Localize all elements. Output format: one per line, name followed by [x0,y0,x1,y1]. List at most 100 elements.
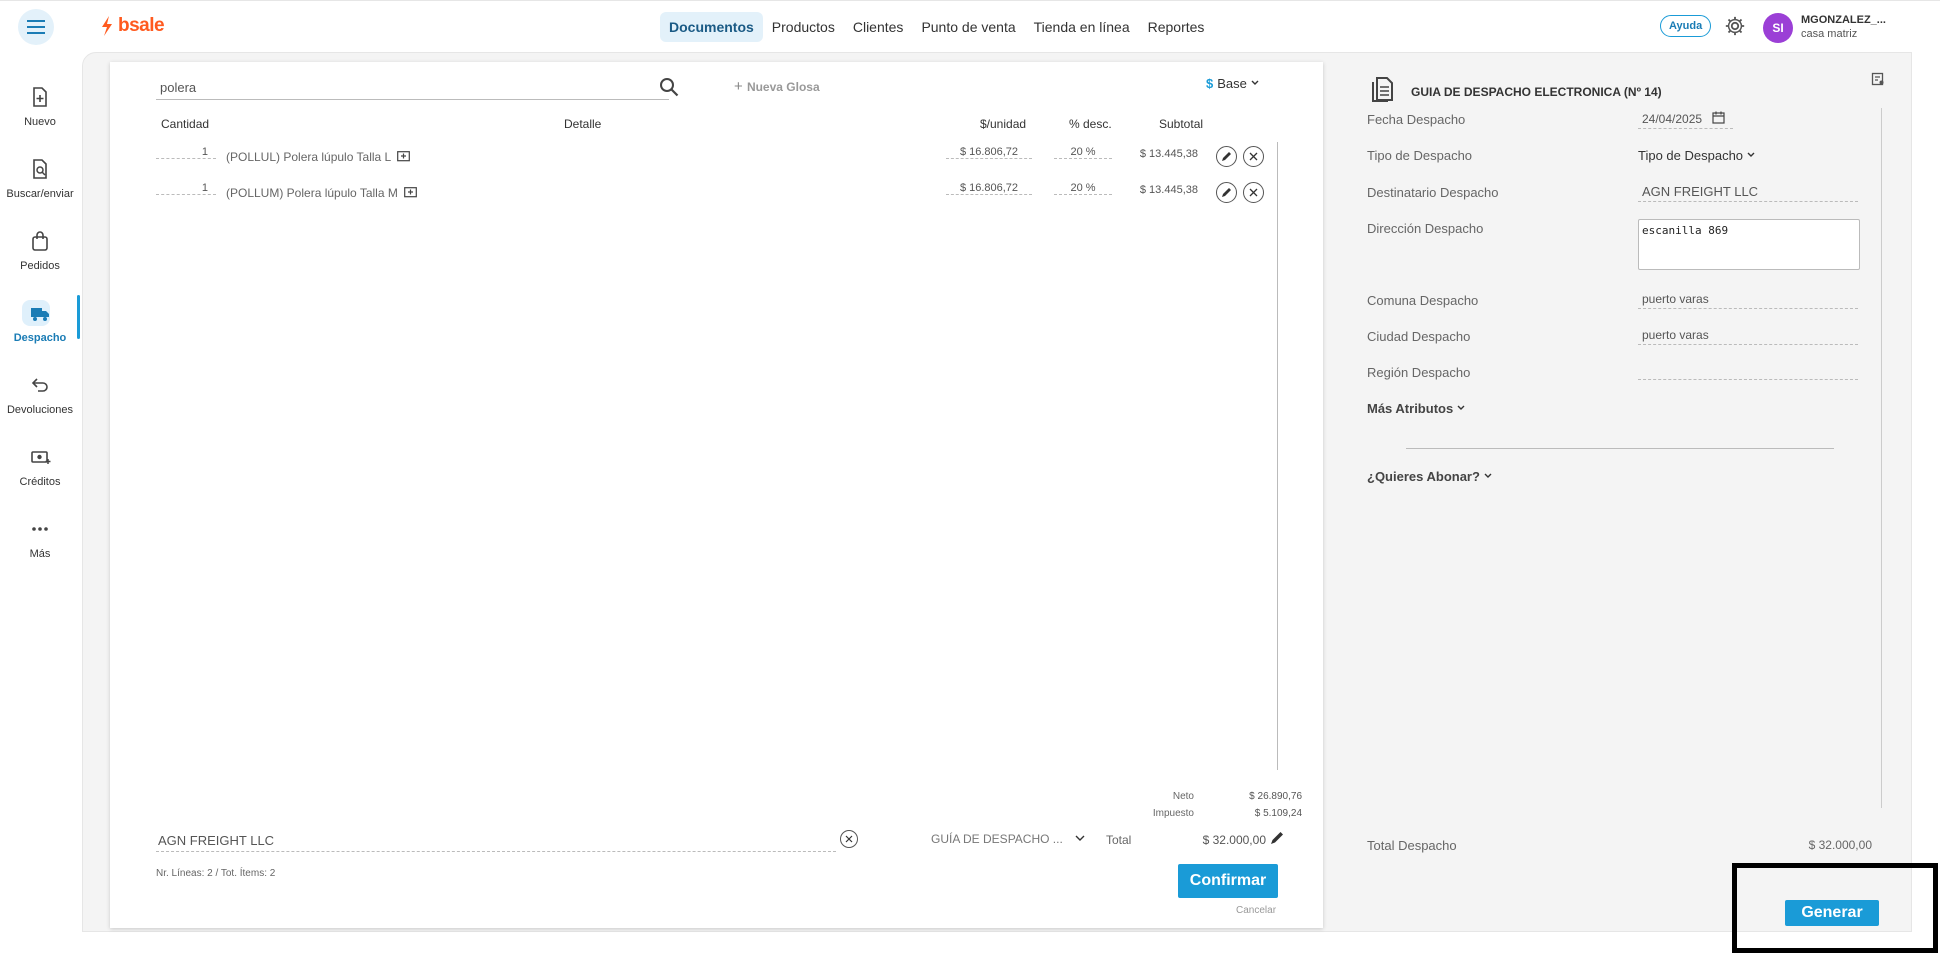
sidebar-item-nuevo[interactable]: Nuevo [0,78,80,138]
edit-item-button[interactable] [1216,182,1237,203]
clear-client-button[interactable] [840,830,858,848]
tipo-despacho-label: Tipo de Despacho [1367,148,1473,163]
qty-input[interactable]: 1 [156,182,216,195]
calendar-icon[interactable] [1712,111,1725,124]
money-icon [31,451,51,464]
sidebar-label: Pedidos [20,260,60,272]
close-icon [1249,188,1258,197]
nav-punto-de-venta[interactable]: Punto de venta [912,12,1024,42]
col-header-subtotal: Subtotal [1159,117,1204,131]
new-glosa-button[interactable]: + Nueva Glosa [734,78,820,95]
comuna-label: Comuna Despacho [1367,293,1479,308]
price-list-select[interactable]: $ Base [1206,76,1260,91]
product-search-input[interactable]: polera [156,76,669,100]
neto-label: Neto [1172,791,1194,802]
sidebar-item-devoluciones[interactable]: Devoluciones [0,366,80,426]
file-plus-icon [33,87,47,107]
col-header-detail: Detalle [564,117,602,131]
direccion-label: Dirección Despacho [1367,221,1484,236]
price-list-value: Base [1217,76,1247,91]
item-detail-text: (POLLUM) Polera lúpulo Talla M [226,186,398,200]
direccion-textarea[interactable]: escanilla 869 [1638,219,1860,270]
col-header-discount: % desc. [1069,117,1112,131]
tipo-despacho-select[interactable]: Tipo de Despacho [1638,148,1756,163]
hamburger-icon [27,20,45,34]
impuesto-label: Impuesto [1152,808,1194,819]
region-input[interactable] [1638,362,1858,380]
region-label: Región Despacho [1367,365,1471,380]
nav-tienda-en-linea[interactable]: Tienda en línea [1025,12,1139,42]
chevron-down-icon [1251,80,1259,85]
document-type-select[interactable]: GUÍA DE DESPACHO ... [931,832,1063,846]
gear-icon[interactable] [1724,15,1746,37]
qty-input[interactable]: 1 [156,146,216,159]
impuesto-value: $ 5.109,24 [1254,808,1302,819]
total-label: Total [1106,833,1132,847]
destinatario-input[interactable]: AGN FREIGHT LLC [1638,182,1858,202]
chevron-down-icon[interactable] [1074,832,1086,844]
tipo-despacho-value: Tipo de Despacho [1638,148,1744,163]
pencil-icon [1222,188,1231,197]
new-glosa-label: Nueva Glosa [746,80,820,94]
table-row: 1 (POLLUL) Polera lúpulo Talla L $ 16.80… [110,144,1323,172]
comment-plus-icon[interactable] [403,187,417,199]
ciudad-label: Ciudad Despacho [1367,329,1471,344]
discount-input[interactable]: 20 % [1054,146,1112,159]
menu-button[interactable] [18,9,54,45]
chevron-down-icon [1457,405,1465,410]
close-icon [1249,152,1258,161]
plus-icon: + [734,78,747,95]
total-value: $ 32.000,00 [1202,833,1266,847]
dollar-icon: $ [1206,76,1214,91]
ciudad-input[interactable]: puerto varas [1638,326,1858,345]
cancel-link[interactable]: Cancelar [1236,905,1276,916]
file-search-icon [33,159,47,179]
edit-item-button[interactable] [1216,146,1237,167]
top-bar: bsale Documentos Productos Clientes Punt… [0,0,1940,52]
nav-productos[interactable]: Productos [763,12,844,42]
sidebar-item-buscar-enviar[interactable]: Buscar/enviar [0,150,80,210]
client-input[interactable]: AGN FREIGHT LLC [156,830,836,852]
pencil-icon[interactable] [1270,831,1284,845]
neto-value: $ 26.890,76 [1249,791,1302,802]
item-detail: (POLLUM) Polera lúpulo Talla M [226,186,417,200]
sidebar-item-creditos[interactable]: Créditos [0,438,80,498]
destinatario-label: Destinatario Despacho [1367,185,1499,200]
sidebar-item-pedidos[interactable]: Pedidos [0,222,80,282]
unit-price-input[interactable]: $ 16.806,72 [946,146,1032,159]
sidebar-label: Devoluciones [6,404,74,416]
item-detail-text: (POLLUL) Polera lúpulo Talla L [226,150,392,164]
generate-button[interactable]: Generar [1785,900,1879,926]
total-despacho-label: Total Despacho [1367,838,1457,853]
unit-price-input[interactable]: $ 16.806,72 [946,182,1032,195]
more-attributes-toggle[interactable]: Más Atributos [1367,401,1466,416]
comment-plus-icon[interactable] [397,151,411,163]
remove-item-button[interactable] [1243,182,1264,203]
sidebar-item-despacho[interactable]: Despacho [0,294,80,354]
close-icon [845,835,853,843]
table-row: 1 (POLLUM) Polera lúpulo Talla M $ 16.80… [110,180,1323,208]
help-button[interactable]: Ayuda [1660,15,1712,37]
sidebar-label: Nuevo [24,116,56,128]
abonar-label: ¿Quieres Abonar? [1367,469,1480,484]
comuna-input[interactable]: puerto varas [1638,290,1858,309]
nav-reportes[interactable]: Reportes [1139,12,1214,42]
nav-documentos[interactable]: Documentos [660,12,763,42]
logo[interactable]: bsale [100,15,165,37]
app-root: bsale Documentos Productos Clientes Punt… [0,0,1940,956]
document-settings-icon[interactable] [1871,72,1885,86]
confirm-button[interactable]: Confirmar [1178,864,1278,898]
item-subtotal: $ 13.445,38 [1139,148,1198,160]
sidebar-item-mas[interactable]: Más [0,510,80,570]
user-name[interactable]: MGONZALEZ_... [1801,14,1886,26]
sidebar-label: Créditos [19,476,61,488]
nav-clientes[interactable]: Clientes [844,12,913,42]
items-scrollbar[interactable] [1277,142,1278,770]
panel-scrollbar[interactable] [1881,108,1882,808]
item-detail: (POLLUL) Polera lúpulo Talla L [226,150,411,164]
discount-input[interactable]: 20 % [1054,182,1112,195]
remove-item-button[interactable] [1243,146,1264,167]
search-icon[interactable] [658,76,680,98]
avatar[interactable]: SI [1763,13,1793,43]
abonar-toggle[interactable]: ¿Quieres Abonar? [1367,469,1493,484]
